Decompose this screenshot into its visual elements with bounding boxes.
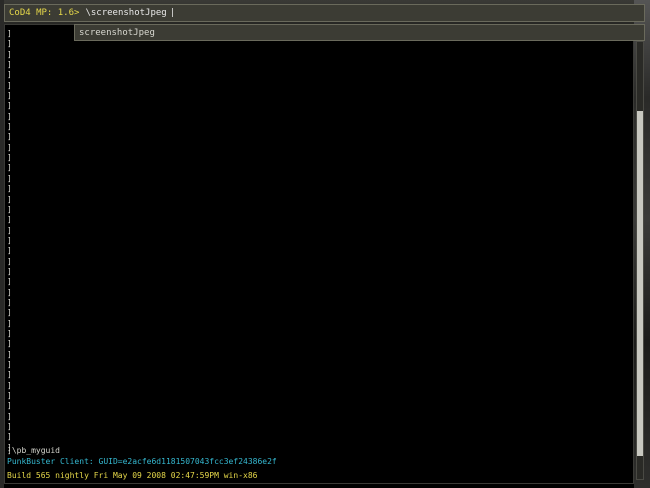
console-input[interactable]: \screenshotJpeg <box>85 8 166 18</box>
autocomplete-box[interactable]: screenshotJpeg <box>74 24 645 41</box>
autocomplete-suggestion[interactable]: screenshotJpeg <box>79 28 155 38</box>
log-line-pb-myguid: ]\pb_myguid <box>7 446 60 455</box>
log-line-build-info: Build 565 nightly Fri May 09 2008 02:47:… <box>7 471 258 480</box>
text-cursor: | <box>169 8 176 18</box>
console-empty-lines: ] ] ] ] ] ] ] ] ] ] ] ] ] ] ] ] ] ] ] ] … <box>7 29 12 452</box>
console-scrollbar-thumb[interactable] <box>637 111 643 456</box>
console-prompt: CoD4 MP: 1.6> <box>9 8 80 18</box>
console-output: ] ] ] ] ] ] ] ] ] ] ] ] ] ] ] ] ] ] ] ] … <box>4 24 634 484</box>
console-scrollbar[interactable] <box>636 41 644 480</box>
console-input-bar[interactable]: CoD4 MP: 1.6> \screenshotJpeg | <box>4 4 645 22</box>
log-line-punkbuster-guid: PunkBuster Client: GUID=e2acfe6d11815070… <box>7 457 277 466</box>
